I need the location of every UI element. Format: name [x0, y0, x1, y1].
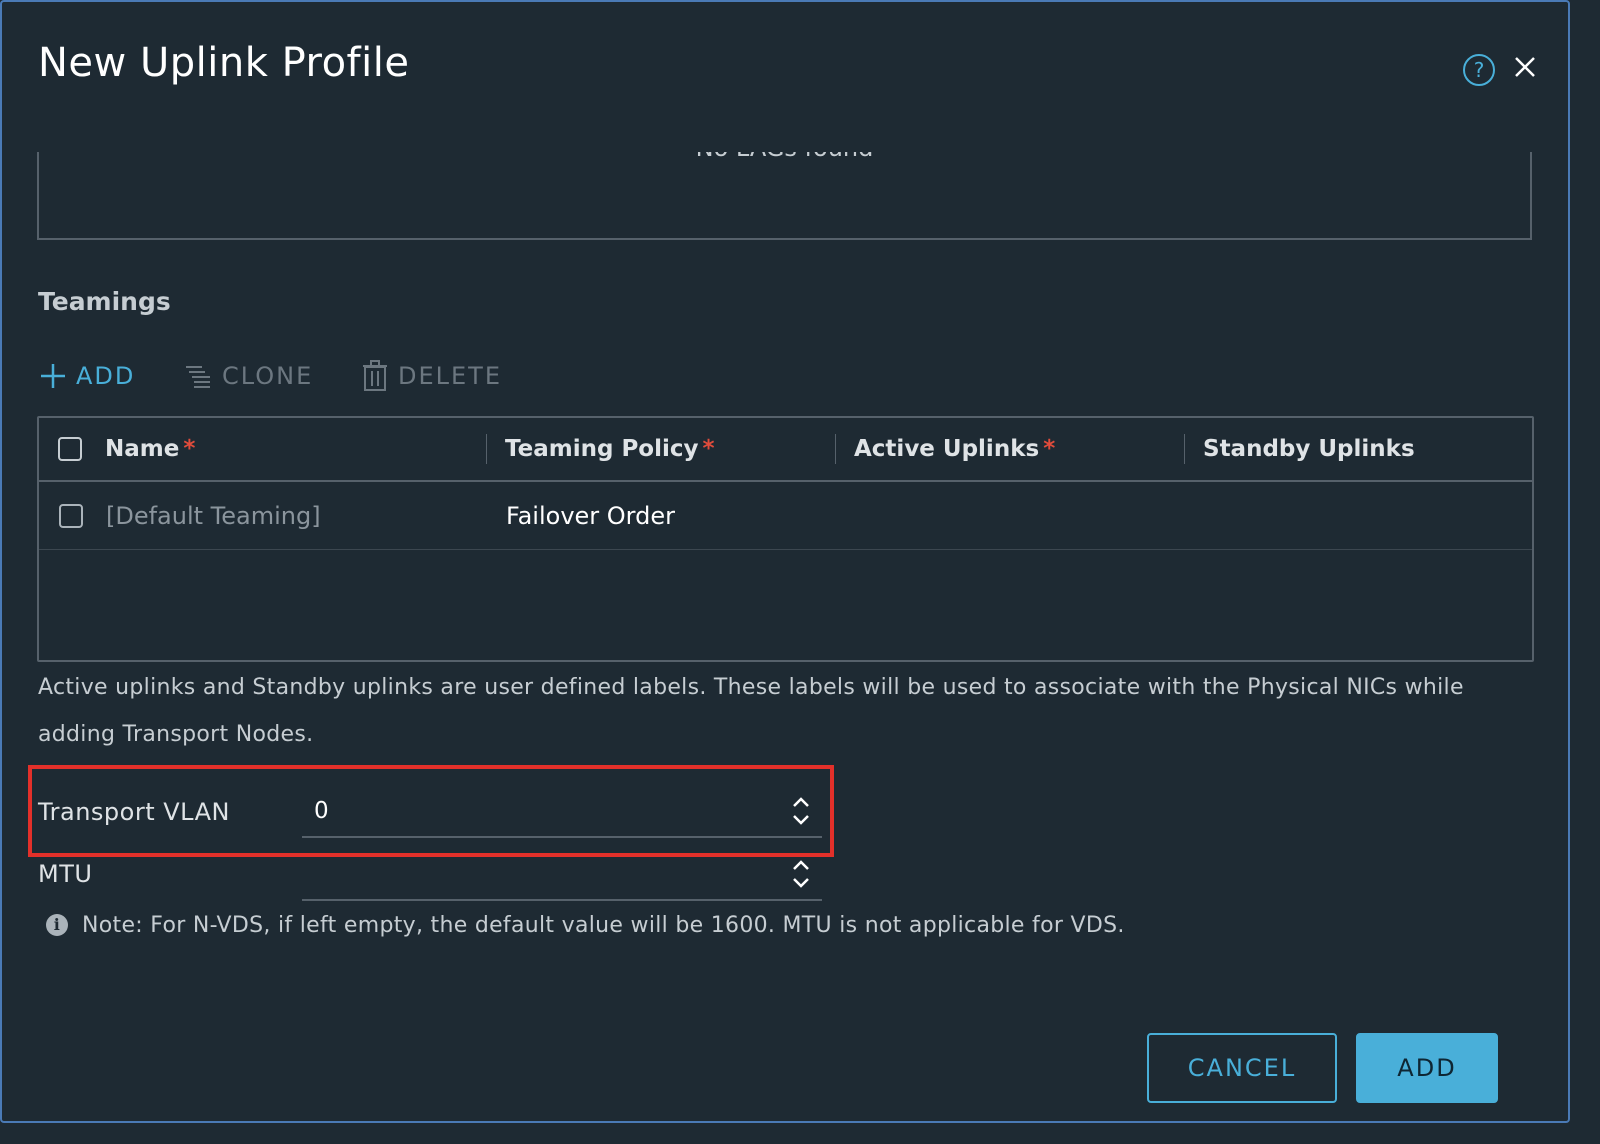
teamings-grid: Name * Teaming Policy * Active Uplinks * St…: [37, 416, 1534, 662]
transport-vlan-value: 0: [314, 798, 329, 824]
table-row[interactable]: [Default Teaming] Failover Order: [39, 482, 1532, 550]
clone-teaming-button[interactable]: CLONE: [184, 354, 313, 398]
delete-teaming-button[interactable]: DELETE: [362, 354, 502, 398]
column-separator[interactable]: [486, 434, 487, 464]
column-name-label: Name: [105, 436, 180, 462]
column-header-active-uplinks[interactable]: Active Uplinks *: [854, 418, 1055, 480]
lags-empty-message: No LAGs found: [39, 152, 1530, 162]
transport-vlan-input[interactable]: 0: [302, 790, 822, 838]
uplinks-help-text: Active uplinks and Standby uplinks are u…: [38, 675, 1464, 747]
plus-icon: [41, 364, 65, 388]
column-header-name[interactable]: Name *: [105, 418, 195, 480]
add-teaming-label: ADD: [76, 362, 136, 390]
info-icon: i: [46, 914, 68, 936]
column-header-teaming-policy[interactable]: Teaming Policy *: [505, 418, 715, 480]
new-uplink-profile-dialog: New Uplink Profile ? No LAGs found Teami…: [0, 0, 1570, 1123]
mtu-note-text: Note: For N-VDS, if left empty, the defa…: [82, 912, 1125, 938]
delete-teaming-label: DELETE: [398, 362, 503, 390]
column-separator[interactable]: [1184, 434, 1185, 464]
grid-header: Name * Teaming Policy * Active Uplinks * St…: [39, 418, 1532, 482]
number-spinner-icon[interactable]: [790, 857, 812, 891]
column-teaming-policy-label: Teaming Policy: [505, 436, 699, 462]
clone-icon: [186, 366, 210, 388]
add-button[interactable]: ADD: [1356, 1033, 1498, 1103]
mtu-note: i Note: For N-VDS, if left empty, the de…: [46, 908, 1125, 942]
number-spinner-icon[interactable]: [790, 794, 812, 828]
question-circle-icon[interactable]: ?: [1463, 54, 1495, 86]
column-header-standby-uplinks[interactable]: Standby Uplinks: [1203, 418, 1415, 480]
clone-teaming-label: CLONE: [222, 362, 314, 390]
add-teaming-button[interactable]: ADD: [40, 354, 135, 398]
column-separator[interactable]: [835, 434, 836, 464]
dialog-title: New Uplink Profile: [38, 40, 410, 86]
transport-vlan-label: Transport VLAN: [38, 798, 230, 826]
select-all-checkbox[interactable]: [58, 437, 82, 461]
row-checkbox[interactable]: [59, 504, 83, 528]
lags-grid: No LAGs found: [37, 152, 1532, 240]
mtu-label: MTU: [38, 860, 93, 888]
teaming-policy-cell: Failover Order: [506, 502, 675, 530]
trash-icon: [363, 360, 387, 391]
required-marker: *: [183, 436, 196, 462]
mtu-input[interactable]: [302, 853, 822, 901]
teamings-section-title: Teamings: [38, 287, 171, 316]
required-marker: *: [1043, 436, 1056, 462]
column-active-uplinks-label: Active Uplinks: [854, 436, 1040, 462]
cancel-button[interactable]: CANCEL: [1147, 1033, 1337, 1103]
teaming-name-cell: [Default Teaming]: [106, 502, 321, 530]
required-marker: *: [702, 436, 715, 462]
close-icon[interactable]: [1510, 52, 1540, 82]
column-standby-uplinks-label: Standby Uplinks: [1203, 436, 1415, 462]
